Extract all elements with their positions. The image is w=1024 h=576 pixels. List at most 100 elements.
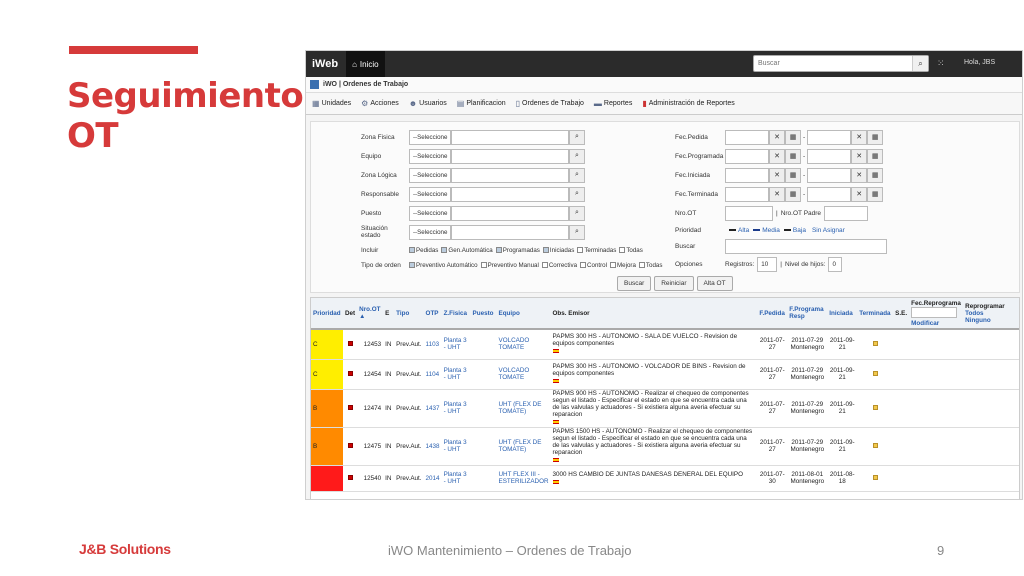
checkbox[interactable] <box>441 247 448 253</box>
tipo-control[interactable]: Control <box>580 262 607 269</box>
status-icon[interactable] <box>872 474 878 480</box>
col-fprograma[interactable]: F.Programa Resp <box>787 298 828 330</box>
global-search-input[interactable] <box>754 56 912 71</box>
fec-reprograma-input[interactable] <box>911 306 958 318</box>
cell-zfisica[interactable]: Planta 3 - UHT <box>441 359 471 390</box>
incluir-todas[interactable]: Todas <box>619 247 643 254</box>
detail-icon[interactable] <box>347 442 353 448</box>
status-icon[interactable] <box>872 442 878 448</box>
cell-equipo[interactable]: UHT (FLEX DE TOMATE) <box>496 427 551 466</box>
col-zfisica[interactable]: Z.Fisica <box>441 298 471 330</box>
cell-equipo[interactable]: UHT FLEX III - ESTERILIZADOR <box>496 465 551 492</box>
cell-otp[interactable]: 1104 <box>423 359 442 390</box>
col-otp[interactable]: OTP <box>423 298 442 330</box>
tipo-preventivo-automatico[interactable]: Preventivo Automático <box>409 262 478 269</box>
cell-zfisica[interactable]: Planta 3 - UHT <box>441 427 471 466</box>
reiniciar-button[interactable]: Reiniciar <box>654 275 694 291</box>
search-icon[interactable]: ⌕ <box>569 186 585 202</box>
detail-icon[interactable] <box>347 404 353 410</box>
zona-fisica-input[interactable] <box>451 129 569 145</box>
fec-iniciada-from[interactable] <box>725 167 769 183</box>
checkbox[interactable] <box>619 247 626 253</box>
nivel-select[interactable]: 0 <box>828 256 843 272</box>
puesto-select[interactable]: --Seleccione <box>409 205 451 221</box>
fec-terminada-to[interactable] <box>807 186 852 202</box>
alta-ot-button[interactable]: Alta OT <box>696 275 733 291</box>
cell-otp[interactable]: 1438 <box>423 427 442 466</box>
incluir-pedidas[interactable]: Pedidas <box>409 247 438 254</box>
clear-icon[interactable]: ✕ <box>851 148 868 164</box>
checkbox[interactable] <box>638 262 645 268</box>
clear-icon[interactable]: ✕ <box>769 129 785 145</box>
priority-alta[interactable]: Alta <box>738 227 749 234</box>
cell-terminada[interactable] <box>857 465 894 492</box>
checkbox[interactable] <box>409 247 415 253</box>
todos-link[interactable]: Todos <box>965 310 983 317</box>
buscar-button[interactable]: Buscar <box>617 275 652 291</box>
priority-baja[interactable]: Baja <box>793 227 806 234</box>
nav-home[interactable]: ⌂ Inicio <box>346 51 385 77</box>
status-icon[interactable] <box>872 404 878 410</box>
cell-det[interactable] <box>342 465 358 492</box>
cell-det[interactable] <box>342 389 358 428</box>
menu-usuarios[interactable]: ☻ Usuarios <box>409 99 447 108</box>
puesto-input[interactable] <box>451 205 569 221</box>
ninguno-link[interactable]: Ninguno <box>965 317 991 324</box>
status-icon[interactable] <box>872 370 878 376</box>
cell-zfisica[interactable]: Planta 3 - UHT <box>441 389 471 428</box>
calendar-icon[interactable]: ▦ <box>785 129 801 145</box>
cell-otp[interactable]: 2014 <box>423 465 442 492</box>
buscar-input[interactable] <box>725 238 887 254</box>
clear-icon[interactable]: ✕ <box>769 186 785 202</box>
checkbox[interactable] <box>542 247 549 253</box>
calendar-icon[interactable]: ▦ <box>867 129 884 145</box>
calendar-icon[interactable]: ▦ <box>785 167 801 183</box>
priority-media[interactable]: Media <box>762 227 780 234</box>
responsable-select[interactable]: --Seleccione <box>409 186 451 202</box>
table-row[interactable]: C 12454 IN Prev.Aut. 1104 Planta 3 - UHT VOLCA… <box>311 359 1019 390</box>
cell-equipo[interactable]: UHT (FLEX DE TOMATE) <box>496 389 551 428</box>
app-brand[interactable]: iWeb <box>306 58 346 70</box>
checkbox[interactable] <box>609 262 616 268</box>
cell-otp[interactable]: 1437 <box>423 389 442 428</box>
cell-terminada[interactable] <box>857 389 894 428</box>
incluir-iniciadas[interactable]: Iniciadas <box>542 247 574 254</box>
status-icon[interactable] <box>872 340 878 346</box>
cell-zfisica[interactable]: Planta 3 - UHT <box>441 329 471 360</box>
nro-ot-padre-input[interactable] <box>824 205 869 221</box>
menu-unidades[interactable]: ▦ Unidades <box>312 99 351 108</box>
col-nro-ot[interactable]: Nro.OT ▲ <box>357 298 384 330</box>
col-terminada[interactable]: Terminada <box>857 298 894 330</box>
clear-icon[interactable]: ✕ <box>851 186 868 202</box>
menu-admin-reportes[interactable]: ▮ Administración de Reportes <box>642 99 734 108</box>
search-icon[interactable]: ⌕ <box>569 129 585 145</box>
incluir-programadas[interactable]: Programadas <box>495 247 540 254</box>
zona-fisica-select[interactable]: --Seleccione <box>409 129 451 145</box>
user-greeting[interactable]: Hola, JBS <box>964 59 995 66</box>
priority-sin-asignar[interactable]: Sin Asignar <box>812 227 845 234</box>
table-row[interactable]: B 12474 IN Prev.Aut. 1437 Planta 3 - UHT UHT (… <box>311 389 1019 428</box>
detail-icon[interactable] <box>347 370 353 376</box>
table-row[interactable]: B 12475 IN Prev.Aut. 1438 Planta 3 - UHT UHT (… <box>311 427 1019 466</box>
menu-acciones[interactable]: ⚙ Acciones <box>361 99 399 108</box>
menu-ordenes[interactable]: ▯ Ordenes de Trabajo <box>516 99 584 108</box>
search-icon[interactable]: ⌕ <box>569 224 585 240</box>
calendar-icon[interactable]: ▦ <box>867 186 884 202</box>
checkbox[interactable] <box>541 262 548 268</box>
col-puesto[interactable]: Puesto <box>470 298 497 330</box>
cell-otp[interactable]: 1103 <box>423 329 442 360</box>
checkbox[interactable] <box>577 247 584 253</box>
tipo-todas[interactable]: Todas <box>638 262 662 269</box>
equipo-select[interactable]: --Seleccione <box>409 148 451 164</box>
responsable-input[interactable] <box>451 186 569 202</box>
tipo-correctiva[interactable]: Correctiva <box>541 262 577 269</box>
calendar-icon[interactable]: ▦ <box>867 167 884 183</box>
table-row[interactable]: C 12453 IN Prev.Aut. 1103 Planta 3 - UHT VOLCA… <box>311 329 1019 360</box>
situacion-input[interactable] <box>451 224 569 240</box>
detail-icon[interactable] <box>347 474 353 480</box>
equipo-input[interactable] <box>451 148 569 164</box>
cell-terminada[interactable] <box>857 427 894 466</box>
cell-det[interactable] <box>342 427 358 466</box>
fec-programada-to[interactable] <box>807 148 852 164</box>
grid-icon[interactable]: ⁙ <box>937 58 945 69</box>
